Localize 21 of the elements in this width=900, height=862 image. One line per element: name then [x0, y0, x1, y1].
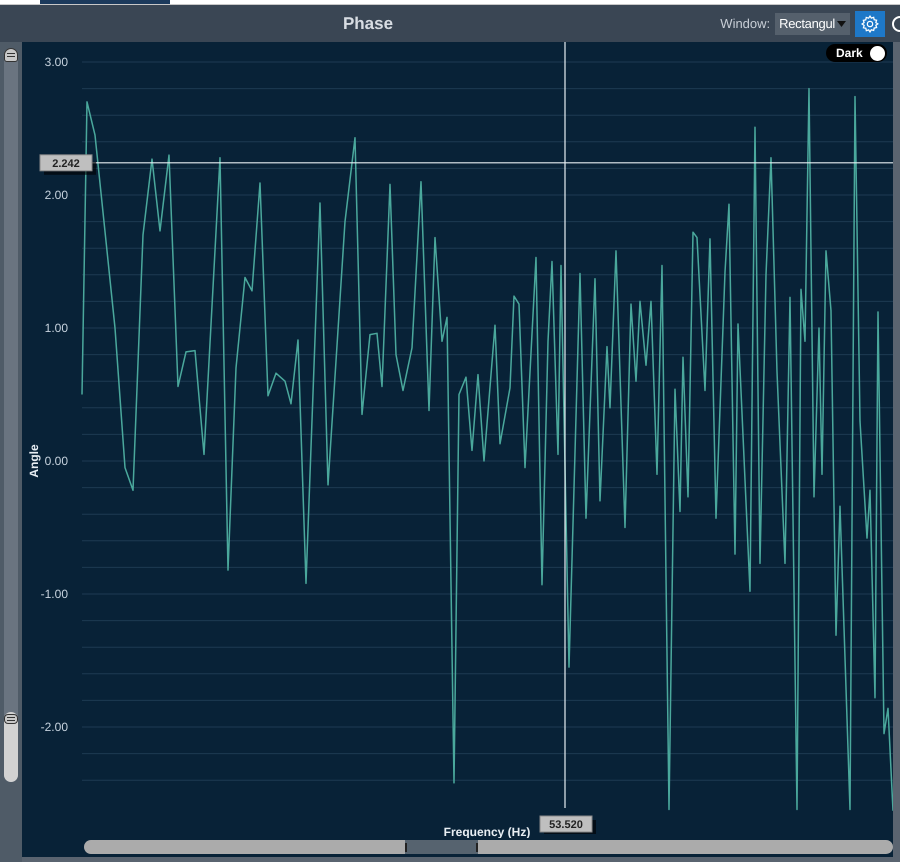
chart-title: Phase — [342, 14, 394, 34]
y-axis-title: Angle — [27, 444, 41, 478]
y-cursor-label: 2.242 — [40, 154, 96, 175]
settings-button[interactable] — [855, 10, 885, 36]
y-tick-label: -2.00 — [40, 720, 68, 734]
vertical-scrollbar[interactable] — [4, 48, 18, 782]
horizontal-scrollbar[interactable] — [84, 840, 893, 854]
window-dropdown[interactable]: Rectangul — [775, 12, 850, 34]
y-tick-label: 1.00 — [44, 321, 68, 335]
y-tick-label: 0.00 — [44, 454, 68, 468]
y-tick-label: -1.00 — [40, 587, 68, 601]
scroll-thumb[interactable] — [4, 712, 18, 782]
scroll-thumb[interactable] — [405, 840, 478, 854]
caret-icon — [837, 20, 846, 26]
scroll-handle[interactable] — [4, 48, 18, 62]
settings-icon — [860, 14, 880, 34]
y-tick-label: 2.00 — [44, 188, 68, 202]
window-label: Window: — [720, 16, 770, 31]
dark-mode-toggle[interactable]: Dark — [826, 44, 887, 62]
x-cursor-label: 53.520 — [540, 816, 596, 834]
y-tick-label: 3.00 — [44, 55, 68, 69]
